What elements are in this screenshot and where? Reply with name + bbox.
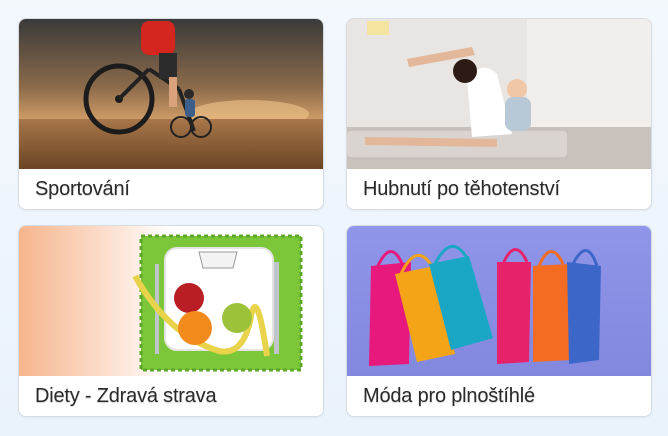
card-title: Hubnutí po těhotenství (363, 178, 560, 200)
category-card-sportovani[interactable]: Sportování (18, 18, 324, 210)
card-title: Móda pro plnoštíhlé (363, 385, 535, 407)
card-title: Sportování (35, 178, 130, 200)
category-card-hubnuti-po-tehotenstvi[interactable]: Hubnutí po těhotenství (346, 18, 652, 210)
cyclist-sunset-image (19, 19, 323, 169)
plate-scale-apple-image (19, 226, 323, 376)
shopping-bags-image (347, 226, 651, 376)
category-grid: Sportování Hubnutí po těhotenství Diety … (0, 0, 668, 436)
category-card-diety[interactable]: Diety - Zdravá strava (18, 225, 324, 417)
category-card-moda-pro-plnostihle[interactable]: Móda pro plnoštíhlé (346, 225, 652, 417)
mother-baby-yoga-image (347, 19, 651, 169)
card-title: Diety - Zdravá strava (35, 385, 217, 407)
